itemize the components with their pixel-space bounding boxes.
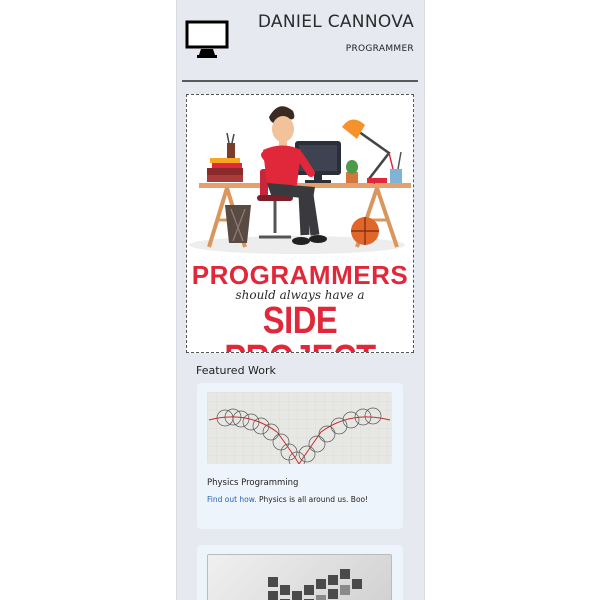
featured-work-heading: Featured Work xyxy=(196,364,276,377)
poster-tagline: SIDE PROJECT xyxy=(224,300,376,352)
monitor-icon xyxy=(185,20,229,58)
project-card-second[interactable] xyxy=(197,545,403,600)
site-owner-name: DANIEL CANNOVA xyxy=(257,12,414,32)
blocks-render-image xyxy=(268,569,362,600)
site-header: DANIEL CANNOVA PROGRAMMER xyxy=(177,0,424,80)
project-description-text: Physics is all around us. Boo! xyxy=(256,495,369,504)
physics-thumbnail xyxy=(207,392,392,464)
project-thumbnail xyxy=(207,554,392,600)
project-description: Find out how. Physics is all around us. … xyxy=(207,495,368,504)
physics-simulation-image xyxy=(207,392,392,464)
poster-headline: PROGRAMMERS xyxy=(191,260,409,290)
header-divider xyxy=(182,80,418,82)
find-out-how-link[interactable]: Find out how. xyxy=(207,495,257,504)
hero-poster: PROGRAMMERS should always have a SIDE PR… xyxy=(186,94,414,353)
programmer-desk-illustration xyxy=(189,106,411,254)
portfolio-page: DANIEL CANNOVA PROGRAMMER PROGRAMMERS sh… xyxy=(176,0,425,600)
project-title: Physics Programming xyxy=(207,478,299,488)
project-card-physics[interactable]: Physics Programming Find out how. Physic… xyxy=(197,383,403,529)
site-owner-role: PROGRAMMER xyxy=(345,44,414,54)
